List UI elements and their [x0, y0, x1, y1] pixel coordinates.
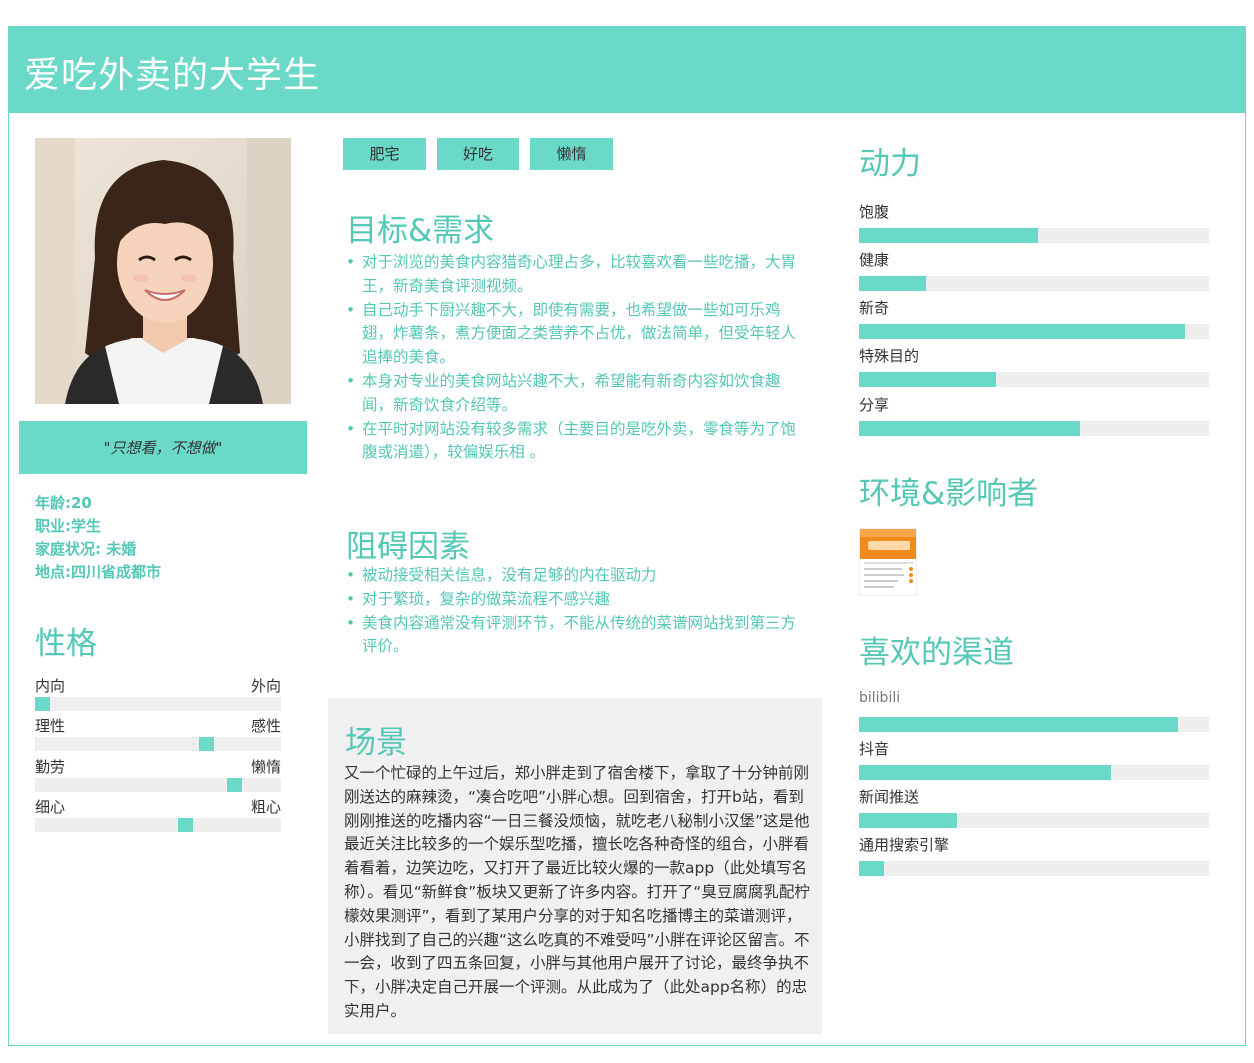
trait-marker	[178, 818, 193, 832]
list-item: 被动接受相关信息，没有足够的内在驱动力	[343, 564, 798, 588]
family-label: 家庭状况:	[35, 540, 107, 558]
trait-row: 细心 粗心	[35, 796, 281, 836]
meter-fill	[859, 717, 1178, 732]
channel-meter: bilibili	[859, 690, 1209, 738]
job-row: 职业:学生	[35, 515, 305, 538]
meter-fill	[859, 421, 1080, 436]
motivation-title: 动力	[859, 146, 921, 182]
meter-track	[859, 765, 1209, 780]
age-label: 年龄:	[35, 494, 71, 512]
meter-fill	[859, 276, 926, 291]
tag-chip: 懒惰	[530, 138, 613, 170]
tag-chip: 肥宅	[343, 138, 426, 170]
page-title: 爱吃外卖的大学生	[24, 55, 321, 96]
meter-fill	[859, 813, 957, 828]
portrait-illustration	[35, 138, 291, 404]
trait-right-label: 感性	[250, 717, 281, 735]
meter-track	[859, 276, 1209, 291]
trait-left-label: 理性	[35, 717, 66, 735]
channels-title: 喜欢的渠道	[859, 635, 1014, 671]
meter-label: bilibili	[859, 690, 901, 706]
trait-marker	[199, 737, 214, 751]
trait-track	[35, 778, 281, 792]
list-item: 自己动手下厨兴趣不大，即使有需要，也希望做一些如可乐鸡翅，炸薯条，煮方便面之类营…	[343, 299, 798, 370]
list-item: 对于浏览的美食内容猎奇心理占多，比较喜欢看一些吃播，大胃王，新奇美食评测视频。	[343, 251, 798, 299]
trait-row: 勤劳 懒惰	[35, 756, 281, 796]
list-item: 本身对专业的美食网站兴趣不大，希望能有新奇内容如饮食趣闻，新奇饮食介绍等。	[343, 370, 798, 418]
family-value: 未婚	[106, 540, 137, 558]
scene-text: 又一个忙碌的上午过后，郑小胖走到了宿舍楼下，拿取了十分钟前刚刚送达的麻辣烫，“凑…	[344, 764, 810, 1020]
persona-photo	[35, 138, 291, 404]
personality-title: 性格	[35, 626, 97, 662]
meter-label: 特殊目的	[859, 347, 920, 365]
family-row: 家庭状况: 未婚	[35, 538, 305, 561]
header-bar: 爱吃外卖的大学生	[8, 26, 1246, 113]
meter-track	[859, 861, 1209, 876]
meter-label: 通用搜索引擎	[859, 836, 950, 854]
trait-track	[35, 697, 281, 711]
tag-chip: 好吃	[437, 138, 519, 170]
trait-track	[35, 818, 281, 832]
meter-fill	[859, 372, 996, 387]
trait-right-label: 外向	[250, 677, 281, 695]
trait-marker	[227, 778, 242, 792]
meter-label: 新奇	[859, 299, 890, 317]
meter-label: 新闻推送	[859, 788, 920, 806]
goals-title: 目标&需求	[346, 213, 495, 249]
scene-panel: 场景 又一个忙碌的上午过后，郑小胖走到了宿舍楼下，拿取了十分钟前刚刚送达的麻辣烫…	[328, 698, 822, 1034]
meter-fill	[859, 324, 1185, 339]
meter-label: 分享	[859, 396, 890, 414]
channel-meter: 抖音	[859, 738, 1209, 786]
meter-label: 抖音	[859, 740, 890, 758]
meter-track	[859, 228, 1209, 243]
meter-fill	[859, 861, 884, 876]
meter-label: 饱腹	[859, 203, 890, 221]
meter-track	[859, 324, 1209, 339]
scene-title: 场景	[345, 725, 407, 761]
meter-track	[859, 372, 1209, 387]
trait-track	[35, 737, 281, 751]
age-value: 20	[71, 494, 92, 512]
app-screenshot-thumbnail	[859, 528, 917, 596]
persona-quote-box: "只想看，不想做"	[19, 421, 307, 474]
persona-info: 年龄:20 职业:学生 家庭状况: 未婚 地点:四川省成都市	[35, 492, 305, 584]
trait-left-label: 细心	[35, 798, 66, 816]
location-value: 四川省成都市	[71, 563, 162, 581]
environment-title: 环境&影响者	[859, 476, 1039, 512]
list-item: 美食内容通常没有评测环节，不能从传统的菜谱网站找到第三方评价。	[343, 612, 798, 660]
channel-meter: 通用搜索引擎	[859, 834, 1209, 882]
channel-meter: 新闻推送	[859, 786, 1209, 834]
meter-track	[859, 717, 1209, 732]
trait-row: 内向 外向	[35, 675, 281, 715]
age-row: 年龄:20	[35, 492, 305, 515]
meter-fill	[859, 228, 1038, 243]
trait-marker	[35, 697, 50, 711]
app-screenshot-icon	[860, 529, 916, 588]
meter-fill	[859, 765, 1111, 780]
job-label: 职业:	[35, 517, 71, 535]
location-label: 地点:	[35, 563, 71, 581]
list-item: 在平时对网站没有较多需求（主要目的是吃外卖，零食等为了饱腹或消遣），较偏娱乐相 …	[343, 418, 798, 466]
trait-row: 理性 感性	[35, 715, 281, 755]
trait-left-label: 勤劳	[35, 758, 66, 776]
trait-right-label: 粗心	[250, 798, 281, 816]
obstacles-title: 阻碍因素	[346, 529, 470, 565]
meter-track	[859, 813, 1209, 828]
persona-quote: "只想看，不想做"	[103, 439, 223, 457]
trait-right-label: 懒惰	[250, 758, 281, 776]
obstacles-list: 被动接受相关信息，没有足够的内在驱动力 对于繁琐，复杂的做菜流程不感兴趣 美食内…	[343, 564, 798, 659]
goals-list: 对于浏览的美食内容猎奇心理占多，比较喜欢看一些吃播，大胃王，新奇美食评测视频。 …	[343, 251, 798, 465]
motivation-meter: 特殊目的	[859, 345, 1209, 393]
motivation-meter: 健康	[859, 249, 1209, 297]
meter-track	[859, 421, 1209, 436]
motivation-meter: 新奇	[859, 297, 1209, 345]
trait-left-label: 内向	[35, 677, 66, 695]
motivation-meter: 分享	[859, 394, 1209, 442]
meter-label: 健康	[859, 251, 890, 269]
location-row: 地点:四川省成都市	[35, 561, 305, 584]
motivation-meter: 饱腹	[859, 201, 1209, 249]
list-item: 对于繁琐，复杂的做菜流程不感兴趣	[343, 588, 798, 612]
job-value: 学生	[71, 517, 102, 535]
